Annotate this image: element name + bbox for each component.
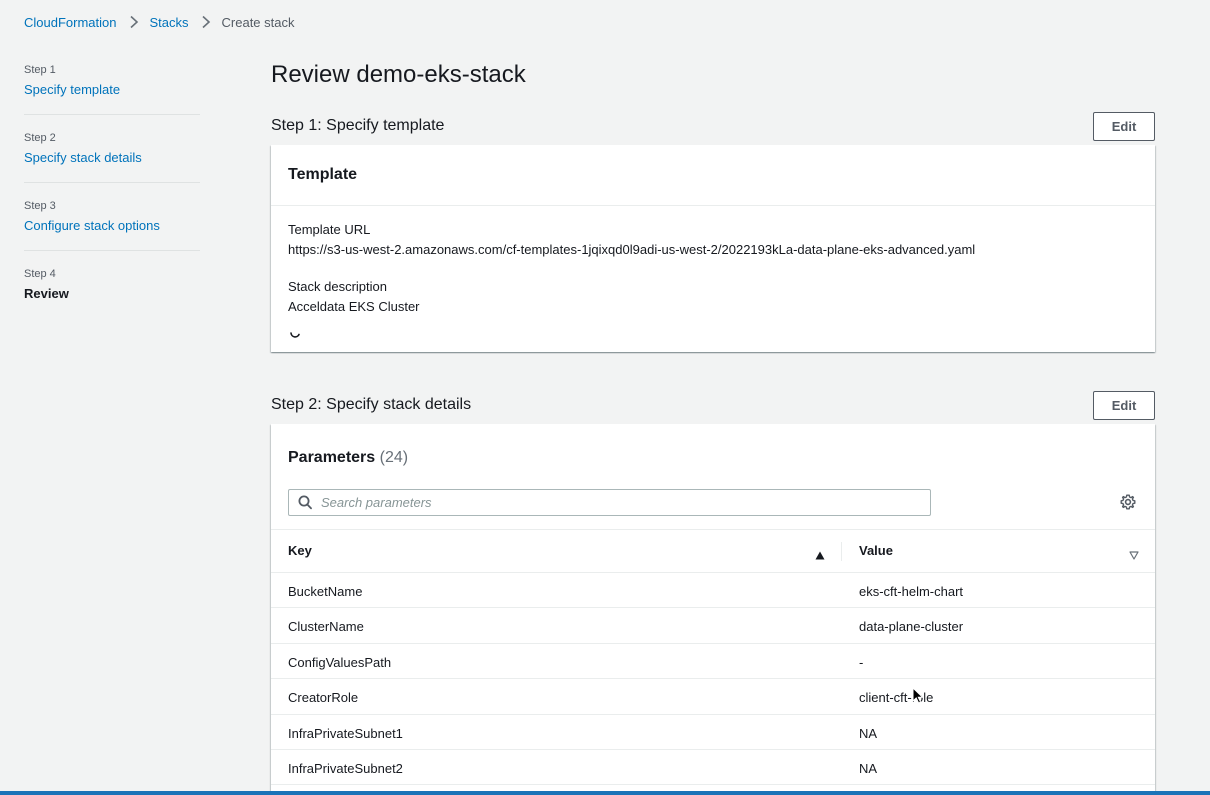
breadcrumb: CloudFormation Stacks Create stack (24, 13, 295, 31)
breadcrumb-cloudformation[interactable]: CloudFormation (24, 15, 117, 30)
step-current-review: Review (24, 286, 69, 301)
step-link-specify-stack-details[interactable]: Specify stack details (24, 150, 200, 167)
breadcrumb-stacks[interactable]: Stacks (150, 15, 189, 30)
wizard-steps: Step 1 Specify template Step 2 Specify s… (24, 64, 200, 335)
table-row: InfraPrivateSubnet2 NA (271, 750, 1155, 786)
search-box (288, 489, 931, 516)
step-number: Step 2 (24, 132, 56, 144)
page-title: Review demo-eks-stack (271, 61, 526, 88)
step-link-specify-template[interactable]: Specify template (24, 82, 200, 99)
mouse-cursor-icon (912, 686, 924, 709)
parameters-table-body: BucketName eks-cft-helm-chart ClusterNam… (271, 573, 1155, 786)
table-row: BucketName eks-cft-helm-chart (271, 573, 1155, 609)
stack-description-field: Stack description Acceldata EKS Cluster (288, 279, 420, 314)
card-title: Template (288, 166, 358, 183)
section-title: Step 2: Specify stack details (271, 396, 472, 413)
edit-template-button[interactable]: Edit (1093, 112, 1155, 141)
parameter-value: NA (859, 760, 878, 776)
column-header-value[interactable]: Value (859, 530, 893, 572)
sort-descending-icon[interactable] (1129, 547, 1139, 565)
section-stack-details-header: Step 2: Specify stack details Edit (271, 391, 1155, 420)
wizard-step-2: Step 2 Specify stack details (24, 132, 200, 183)
spinner-icon (289, 327, 301, 339)
parameters-card: Parameters (24) Key Value (271, 424, 1155, 795)
wizard-step-4: Step 4 Review (24, 268, 200, 318)
step-link-configure-stack-options[interactable]: Configure stack options (24, 218, 200, 235)
parameter-value: data-plane-cluster (859, 619, 964, 635)
template-url-field: Template URL https://s3-us-west-2.amazon… (288, 222, 975, 257)
sort-ascending-icon[interactable] (815, 547, 825, 565)
parameter-key: InfraPrivateSubnet1 (288, 725, 403, 741)
template-url-label: Template URL (288, 222, 371, 237)
bottom-status-bar (0, 791, 1210, 795)
parameter-value: - (859, 654, 864, 670)
table-row: InfraPrivateSubnet1 NA (271, 715, 1155, 750)
search-icon (298, 495, 312, 515)
parameter-value: eks-cft-helm-chart (859, 584, 964, 599)
chevron-right-icon (200, 15, 212, 29)
breadcrumb-current: Create stack (221, 14, 295, 30)
step-number: Step 4 (24, 268, 56, 280)
step-number: Step 1 (24, 64, 56, 76)
card-title: Parameters (24) (288, 449, 408, 467)
stack-description-value: Acceldata EKS Cluster (288, 299, 420, 314)
parameters-count: (24) (379, 449, 409, 466)
section-title: Step 1: Specify template (271, 117, 445, 134)
parameter-key: ConfigValuesPath (288, 654, 392, 670)
template-url-value: https://s3-us-west-2.amazonaws.com/cf-te… (288, 242, 976, 257)
parameter-key: CreatorRole (288, 690, 359, 706)
stack-description-label: Stack description (288, 279, 387, 294)
column-header-key[interactable]: Key (288, 530, 828, 572)
step-number: Step 3 (24, 200, 56, 212)
search-input[interactable] (319, 490, 919, 515)
parameter-key: ClusterName (288, 619, 364, 635)
column-divider (841, 542, 842, 561)
edit-stack-details-button[interactable]: Edit (1093, 391, 1155, 420)
table-row: ConfigValuesPath - (271, 644, 1155, 680)
parameter-key: InfraPrivateSubnet2 (288, 760, 403, 776)
table-header: Key Value (271, 529, 1155, 573)
parameter-key: BucketName (288, 584, 363, 599)
card-header: Template (271, 145, 1155, 206)
gear-icon[interactable] (1120, 494, 1136, 515)
chevron-right-icon (128, 15, 140, 29)
wizard-step-1: Step 1 Specify template (24, 64, 200, 115)
table-row: CreatorRole client-cft-role (271, 679, 1155, 715)
parameters-title: Parameters (288, 449, 376, 466)
section-specify-template-header: Step 1: Specify template Edit (271, 112, 1155, 141)
wizard-step-3: Step 3 Configure stack options (24, 200, 200, 251)
parameter-value: NA (859, 725, 878, 741)
template-card: Template Template URL https://s3-us-west… (271, 145, 1155, 352)
table-row: ClusterName data-plane-cluster (271, 608, 1155, 644)
